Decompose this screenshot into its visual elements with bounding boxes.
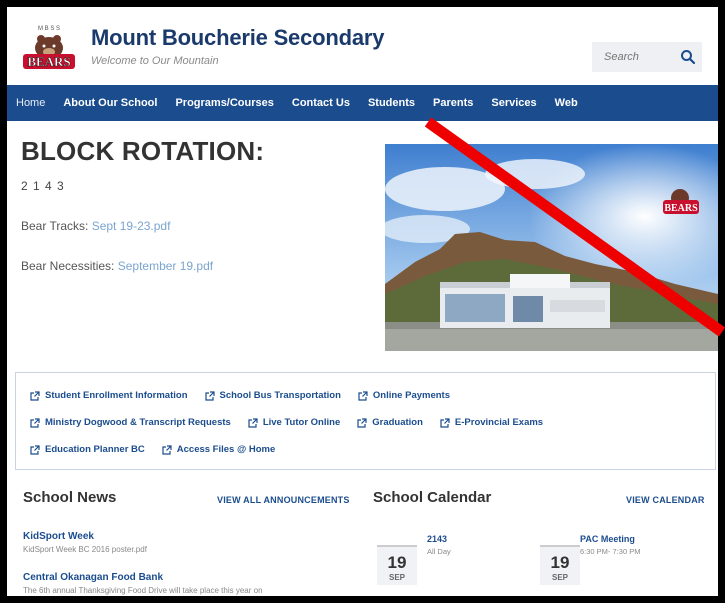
svg-text:M B S S: M B S S [38, 26, 60, 32]
school-news-heading: School News [23, 489, 117, 506]
external-link-icon [30, 444, 40, 455]
quick-link[interactable]: School Bus Transportation [204, 390, 341, 401]
external-link-icon [357, 417, 367, 428]
external-link-icon [30, 390, 40, 401]
view-calendar-link[interactable]: VIEW CALENDAR [626, 495, 705, 505]
page-frame: M B S S BEARS Mount Boucherie Secondary … [7, 7, 718, 596]
event-date-day: 19 [550, 553, 570, 572]
external-link-icon [248, 417, 258, 428]
external-link-icon [204, 390, 215, 401]
event-time: 6:30 PM- 7:30 PM [580, 547, 641, 556]
search-input[interactable] [592, 42, 672, 72]
event-time: All Day [427, 547, 451, 556]
bear-tracks-link[interactable]: Sept 19-23.pdf [92, 219, 171, 233]
external-link-icon [358, 390, 368, 401]
bear-tracks-label: Bear Tracks: [21, 219, 89, 233]
svg-text:BEARS: BEARS [27, 54, 70, 69]
nav-parents[interactable]: Parents [424, 85, 482, 121]
nav-services[interactable]: Services [482, 85, 545, 121]
event-date-badge: 19 SEP [377, 545, 417, 585]
news-item-desc: KidSport Week BC 2016 poster.pdf [23, 545, 147, 554]
svg-text:BEARS: BEARS [664, 203, 698, 214]
quick-link[interactable]: Live Tutor Online [248, 417, 340, 428]
quick-link[interactable]: Graduation [357, 417, 423, 428]
site-header: M B S S BEARS Mount Boucherie Secondary … [7, 7, 718, 83]
block-rotation-heading: BLOCK ROTATION: [21, 136, 265, 166]
event-date-month: SEP [388, 573, 405, 582]
external-link-icon [162, 444, 172, 455]
search-icon[interactable] [680, 49, 696, 65]
nav-programs-courses[interactable]: Programs/Courses [166, 85, 282, 121]
news-item-desc: The 6th annual Thanksgiving Food Drive w… [23, 586, 263, 595]
nav-contact-us[interactable]: Contact Us [283, 85, 359, 121]
quick-link[interactable]: Education Planner BC [30, 444, 145, 455]
bear-necessities-link[interactable]: September 19.pdf [118, 259, 213, 273]
news-item-title[interactable]: Central Okanagan Food Bank [23, 572, 163, 583]
event-date-day: 19 [387, 553, 407, 572]
main-nav: Home About Our School Programs/Courses C… [7, 85, 718, 121]
school-building-photo: BEARS [385, 144, 718, 351]
bear-necessities-line: Bear Necessities: September 19.pdf [21, 259, 213, 273]
school-logo[interactable]: M B S S BEARS [21, 22, 77, 72]
nav-about-our-school[interactable]: About Our School [54, 85, 166, 121]
event-date-badge: 19 SEP [540, 545, 580, 585]
nav-students[interactable]: Students [359, 85, 424, 121]
event-title[interactable]: 2143 [427, 534, 447, 544]
event-title[interactable]: PAC Meeting [580, 534, 635, 544]
quick-link[interactable]: Student Enrollment Information [30, 390, 188, 401]
block-rotation-value: 2 1 4 3 [21, 179, 65, 193]
external-link-icon [30, 417, 40, 428]
bear-necessities-label: Bear Necessities: [21, 259, 115, 273]
nav-home[interactable]: Home [7, 85, 54, 121]
quick-link[interactable]: E-Provincial Exams [440, 417, 543, 428]
event-date-month: SEP [551, 573, 568, 582]
quick-link[interactable]: Online Payments [358, 390, 450, 401]
site-title[interactable]: Mount Boucherie Secondary [91, 25, 384, 51]
external-link-icon [440, 417, 450, 428]
news-item-title[interactable]: KidSport Week [23, 531, 94, 542]
quick-links-row-3: Education Planner BC Access Files @ Home [30, 444, 292, 455]
quick-link[interactable]: Ministry Dogwood & Transcript Requests [30, 417, 231, 428]
school-calendar-heading: School Calendar [373, 489, 492, 506]
quick-links-row-1: Student Enrollment Information School Bu… [30, 390, 467, 401]
quick-link[interactable]: Access Files @ Home [162, 444, 275, 455]
view-all-announcements-link[interactable]: VIEW ALL ANNOUNCEMENTS [217, 495, 350, 505]
bear-tracks-line: Bear Tracks: Sept 19-23.pdf [21, 219, 170, 233]
quick-links-row-2: Ministry Dogwood & Transcript Requests L… [30, 417, 560, 428]
search-box [592, 42, 702, 72]
site-tagline: Welcome to Our Mountain [91, 55, 219, 67]
quick-links-box: Student Enrollment Information School Bu… [15, 372, 716, 470]
nav-web[interactable]: Web [546, 85, 587, 121]
